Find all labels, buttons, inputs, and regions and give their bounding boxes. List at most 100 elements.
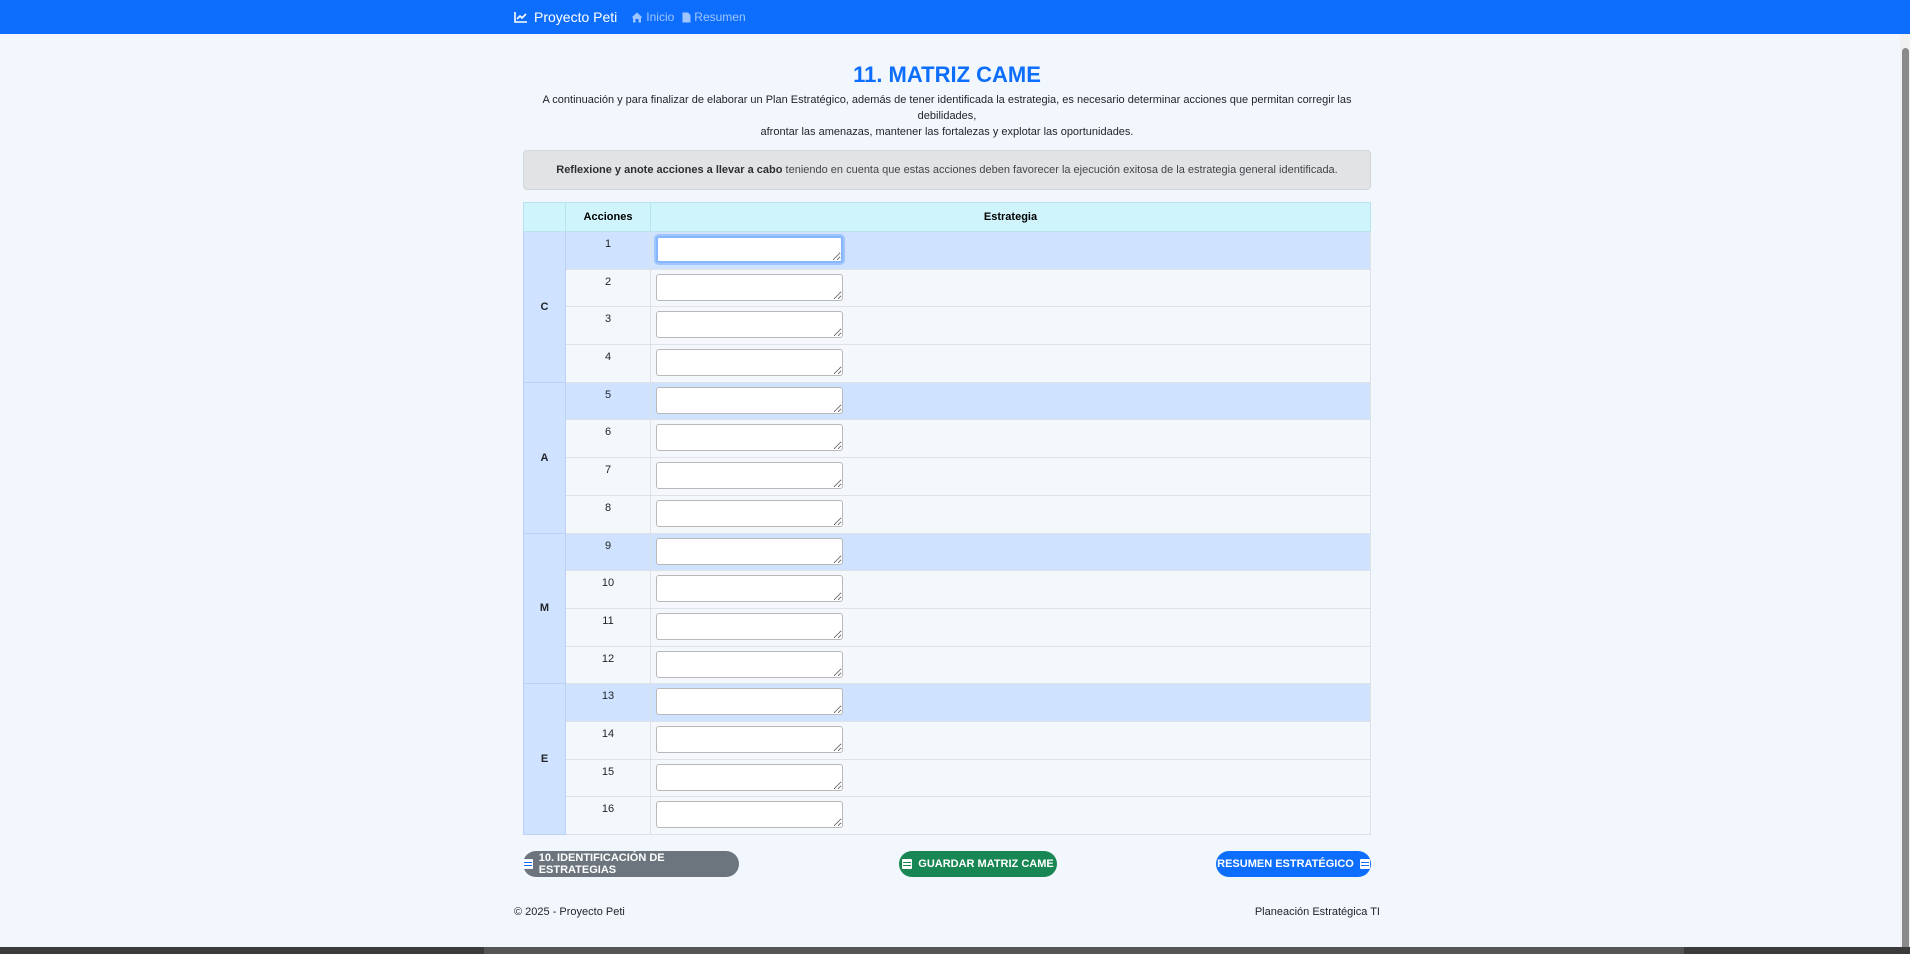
strategy-input[interactable] (656, 801, 843, 829)
page-title: 11. MATRIZ CAME (853, 62, 1041, 87)
table-body: C 1 2 3 4 A 5 6 7 8 M 9 10 11 12 E 13 14 15 16 (523, 231, 1371, 835)
strategy-input[interactable] (656, 688, 843, 716)
table-row: 14 (524, 720, 1371, 760)
scrollbar-thumb[interactable] (1902, 48, 1909, 954)
save-label: GUARDAR MATRIZ CAME (918, 858, 1054, 870)
table-row: 2 (524, 268, 1371, 308)
strategy-input[interactable] (656, 462, 843, 490)
group-letter-cell: A (523, 381, 566, 534)
action-number-cell: 9 (565, 532, 651, 572)
strategy-cell (650, 231, 1371, 270)
intro-text: A continuación y para finalizar de elabo… (523, 92, 1371, 140)
action-number-cell: 7 (565, 457, 651, 496)
table-row: C1 (523, 231, 1371, 383)
table-row: 12 (524, 645, 1371, 685)
main-content: 11. MATRIZ CAME A continuación y para fi… (523, 34, 1371, 877)
strategy-input[interactable] (656, 386, 843, 414)
table-header-row: Acciones Estrategia (523, 202, 1371, 232)
document-icon (682, 12, 691, 22)
prev-step-label: 10. IDENTIFICACIÓN DE ESTRATEGIAS (538, 852, 665, 876)
strategy-cell (650, 306, 1371, 346)
strategy-cell (650, 268, 1371, 308)
table-row: 16 (524, 796, 1371, 835)
alert-bold-text: Reflexione y anote acciones a llevar a c… (556, 164, 783, 176)
brand-label: Proyecto Peti (534, 9, 618, 25)
strategy-input[interactable] (656, 537, 843, 565)
nav-link-label: Resumen (694, 10, 746, 24)
action-number-cell: 5 (565, 381, 651, 421)
action-buttons: 10. IDENTIFICACIÓN DE ESTRATEGIAS GUARDA… (523, 851, 1371, 877)
alert-text: teniendo en cuenta que estas acciones de… (782, 164, 1338, 176)
strategy-input[interactable] (656, 650, 843, 678)
strategy-input[interactable] (656, 273, 843, 301)
taskbar-highlight (484, 947, 1684, 954)
nav-link-inicio[interactable]: Inicio (631, 10, 674, 24)
action-number-cell: 6 (565, 419, 651, 459)
strategy-input[interactable] (656, 424, 843, 452)
strategy-cell (650, 683, 1371, 722)
strategy-input[interactable] (656, 236, 843, 263)
header-cell-acciones: Acciones (565, 202, 651, 232)
strategy-cell (650, 419, 1371, 459)
briefcase-icon (902, 859, 913, 869)
list-icon (523, 859, 533, 869)
strategy-cell (650, 796, 1371, 835)
strategy-input[interactable] (656, 612, 843, 640)
table-row: 10 (524, 570, 1371, 609)
table-row: A5 (523, 381, 1371, 534)
strategy-cell (650, 645, 1371, 685)
top-navbar: Proyecto Peti Inicio Resumen (0, 0, 1910, 34)
header-cell-group (523, 202, 566, 232)
next-step-button[interactable]: RESUMEN ESTRATÉGICO (1216, 851, 1371, 877)
home-icon (631, 12, 643, 22)
instruction-alert: Reflexione y anote acciones a llevar a c… (523, 150, 1371, 190)
list-icon (1359, 859, 1370, 869)
action-number-cell: 15 (565, 758, 651, 798)
table-row: 3 (524, 306, 1371, 346)
came-matrix-table: Acciones Estrategia C 1 2 3 4 A 5 6 7 8 M 9 10 11 12 E 1… (523, 202, 1371, 835)
action-number-cell: 10 (565, 570, 651, 609)
strategy-input[interactable] (656, 311, 843, 339)
action-number-cell: 11 (565, 607, 651, 647)
action-number-cell: 4 (565, 344, 651, 383)
strategy-input[interactable] (656, 725, 843, 753)
strategy-cell (650, 494, 1371, 534)
action-number-cell: 2 (565, 268, 651, 308)
table-row: 7 (524, 457, 1371, 496)
strategy-input[interactable] (656, 575, 843, 603)
strategy-input[interactable] (656, 763, 843, 791)
table-row: E 13 (523, 683, 1371, 835)
strategy-cell (650, 607, 1371, 647)
action-number-cell: 3 (565, 306, 651, 346)
brand-link[interactable]: Proyecto Peti (514, 9, 617, 25)
header-cell-estrategia: Estrategia (650, 202, 1371, 232)
table-row: M9 (523, 532, 1371, 685)
action-number-cell: 12 (565, 645, 651, 685)
nav-link-resumen[interactable]: Resumen (682, 10, 746, 24)
page-footer: © 2025 - Proyecto Peti Planeación Estrat… (514, 906, 1380, 918)
action-number-cell: 13 (565, 683, 651, 722)
next-step-label: RESUMEN ESTRATÉGICO (1217, 858, 1354, 870)
strategy-cell (650, 457, 1371, 496)
strategy-cell (650, 532, 1371, 572)
prev-step-button[interactable]: 10. IDENTIFICACIÓN DE ESTRATEGIAS (523, 851, 739, 877)
table-row: 4 (524, 344, 1371, 383)
strategy-input[interactable] (656, 349, 843, 377)
vertical-scrollbar[interactable] (1900, 34, 1910, 954)
save-came-button[interactable]: GUARDAR MATRIZ CAME (899, 851, 1057, 877)
strategy-cell (650, 344, 1371, 383)
intro-line-2: afrontar las amenazas, mantener las fort… (760, 126, 1134, 138)
strategy-input[interactable] (656, 499, 843, 527)
table-row: 8 (524, 494, 1371, 534)
group-letter-cell: C (523, 231, 566, 383)
strategy-cell (650, 758, 1371, 798)
footer-tagline: Planeación Estratégica TI (1254, 906, 1380, 918)
footer-copyright: © 2025 - Proyecto Peti (514, 906, 625, 918)
strategy-cell (650, 381, 1371, 421)
navbar-content: Proyecto Peti Inicio Resumen (514, 0, 754, 34)
chart-line-icon (514, 12, 527, 23)
strategy-cell (650, 570, 1371, 609)
action-number-cell: 8 (565, 494, 651, 534)
action-number-cell: 1 (565, 231, 651, 270)
strategy-cell (650, 720, 1371, 760)
